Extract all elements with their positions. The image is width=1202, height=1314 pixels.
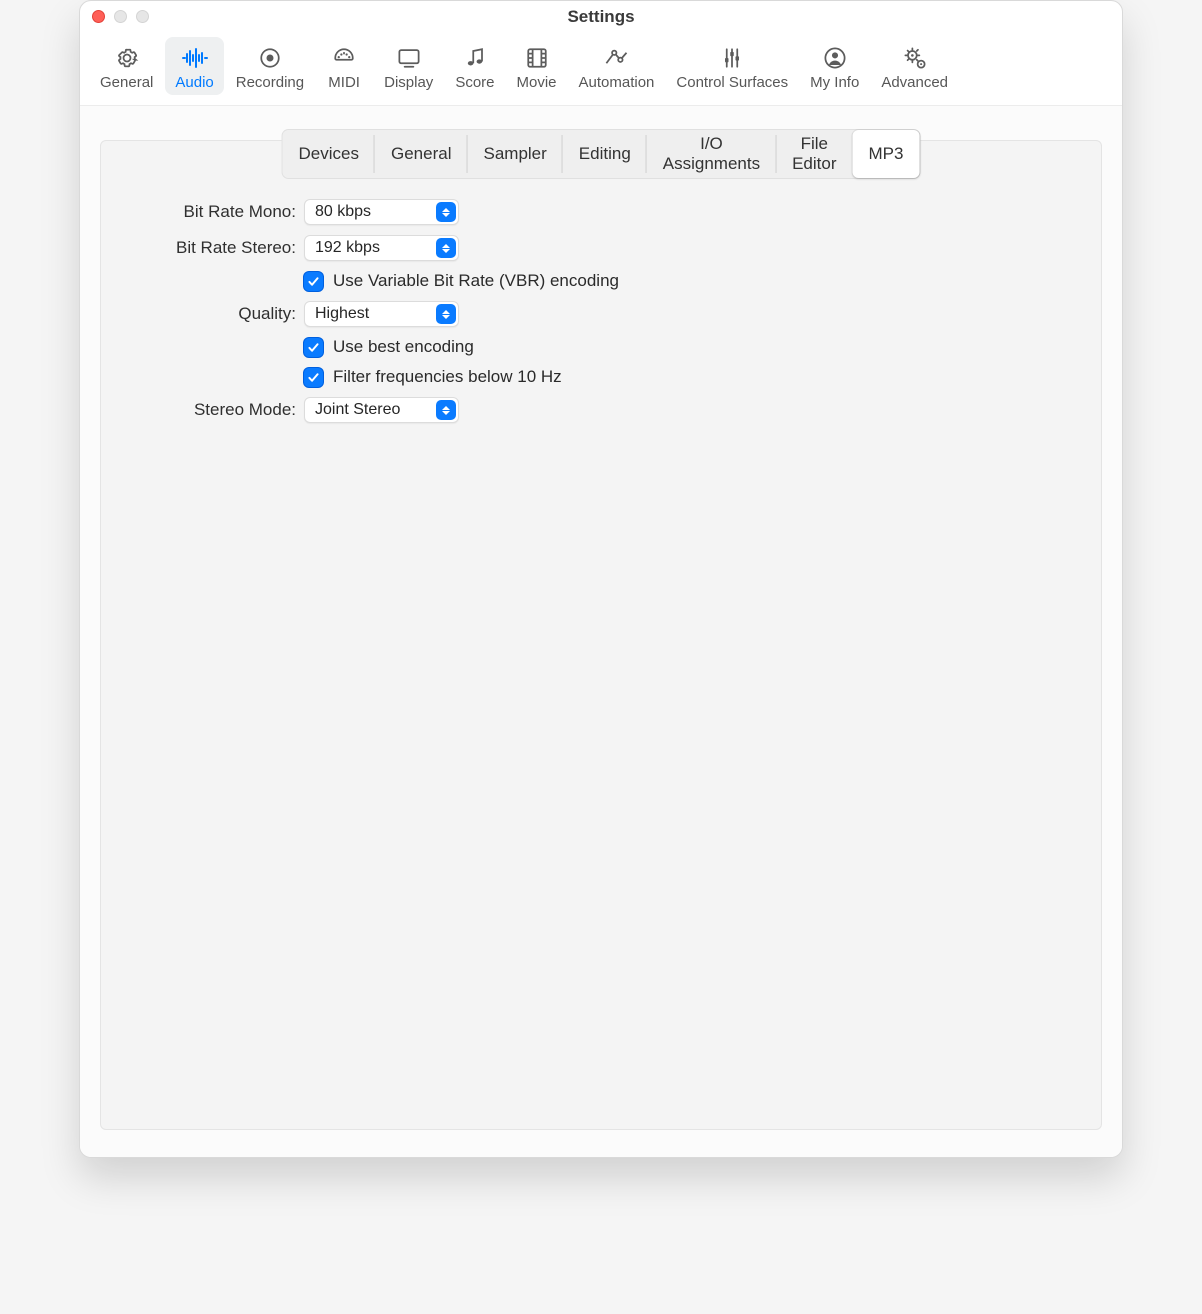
subtab-io[interactable]: I/O Assignments <box>647 130 776 178</box>
waveform-icon <box>179 43 211 72</box>
tab-automation[interactable]: Automation <box>569 37 665 95</box>
stereo-mode-select[interactable]: Joint Stereo <box>304 397 459 423</box>
vbr-checkbox[interactable] <box>304 272 323 291</box>
tab-movie[interactable]: Movie <box>507 37 567 95</box>
bit-rate-stereo-value: 192 kbps <box>315 239 380 257</box>
record-icon <box>254 43 286 72</box>
quality-value: Highest <box>315 305 369 323</box>
traffic-lights <box>92 10 149 23</box>
audio-subtabs: Devices General Sampler Editing I/O Assi… <box>282 129 921 179</box>
sliders-icon <box>716 43 748 72</box>
tab-control-surfaces[interactable]: Control Surfaces <box>666 37 798 95</box>
settings-window: Settings General Audio R <box>79 0 1123 1158</box>
tab-label: Recording <box>236 74 304 91</box>
subtab-file-editor[interactable]: File Editor <box>776 130 852 178</box>
bit-rate-mono-label: Bit Rate Mono: <box>129 202 304 222</box>
tab-display[interactable]: Display <box>374 37 443 95</box>
subtab-general[interactable]: General <box>375 130 467 178</box>
filter-checkbox[interactable] <box>304 368 323 387</box>
minimize-icon[interactable] <box>114 10 127 23</box>
tab-my-info[interactable]: My Info <box>800 37 869 95</box>
best-encoding-checkbox[interactable] <box>304 338 323 357</box>
gear-icon <box>111 43 143 72</box>
gears-icon <box>899 43 931 72</box>
tab-midi[interactable]: MIDI <box>316 37 372 95</box>
automation-icon <box>600 43 632 72</box>
score-icon <box>459 43 491 72</box>
tab-recording[interactable]: Recording <box>226 37 314 95</box>
quality-select[interactable]: Highest <box>304 301 459 327</box>
bit-rate-stereo-label: Bit Rate Stereo: <box>129 238 304 258</box>
tab-score[interactable]: Score <box>445 37 504 95</box>
bit-rate-stereo-select[interactable]: 192 kbps <box>304 235 459 261</box>
mp3-settings-form: Bit Rate Mono: 80 kbps Bit Rate Stereo: … <box>129 199 1073 423</box>
vbr-label: Use Variable Bit Rate (VBR) encoding <box>333 271 619 291</box>
tab-label: Automation <box>579 74 655 91</box>
tab-label: General <box>100 74 153 91</box>
settings-panel: Devices General Sampler Editing I/O Assi… <box>100 140 1102 1130</box>
tab-label: MIDI <box>328 74 360 91</box>
subtab-devices[interactable]: Devices <box>283 130 375 178</box>
tab-label: Movie <box>517 74 557 91</box>
chevron-up-down-icon <box>436 202 456 222</box>
tab-general[interactable]: General <box>90 37 163 95</box>
window-title: Settings <box>567 7 634 27</box>
filter-label: Filter frequencies below 10 Hz <box>333 367 562 387</box>
stereo-mode-value: Joint Stereo <box>315 401 400 419</box>
chevron-up-down-icon <box>436 238 456 258</box>
subtab-sampler[interactable]: Sampler <box>467 130 562 178</box>
subtab-editing[interactable]: Editing <box>563 130 647 178</box>
settings-body: Devices General Sampler Editing I/O Assi… <box>80 106 1122 1157</box>
tab-label: Control Surfaces <box>676 74 788 91</box>
midi-icon <box>328 43 360 72</box>
subtab-mp3[interactable]: MP3 <box>853 130 920 178</box>
film-icon <box>521 43 553 72</box>
chevron-up-down-icon <box>436 304 456 324</box>
bit-rate-mono-select[interactable]: 80 kbps <box>304 199 459 225</box>
settings-toolbar: General Audio Recording MIDI <box>80 33 1122 106</box>
tab-label: Audio <box>175 74 213 91</box>
bit-rate-mono-value: 80 kbps <box>315 203 371 221</box>
person-circle-icon <box>819 43 851 72</box>
title-bar: Settings <box>80 1 1122 33</box>
display-icon <box>393 43 425 72</box>
stereo-mode-label: Stereo Mode: <box>129 400 304 420</box>
tab-label: Display <box>384 74 433 91</box>
close-icon[interactable] <box>92 10 105 23</box>
chevron-up-down-icon <box>436 400 456 420</box>
tab-label: Advanced <box>881 74 948 91</box>
tab-label: My Info <box>810 74 859 91</box>
quality-label: Quality: <box>129 304 304 324</box>
tab-audio[interactable]: Audio <box>165 37 223 95</box>
tab-label: Score <box>455 74 494 91</box>
tab-advanced[interactable]: Advanced <box>871 37 958 95</box>
best-encoding-label: Use best encoding <box>333 337 474 357</box>
zoom-icon[interactable] <box>136 10 149 23</box>
